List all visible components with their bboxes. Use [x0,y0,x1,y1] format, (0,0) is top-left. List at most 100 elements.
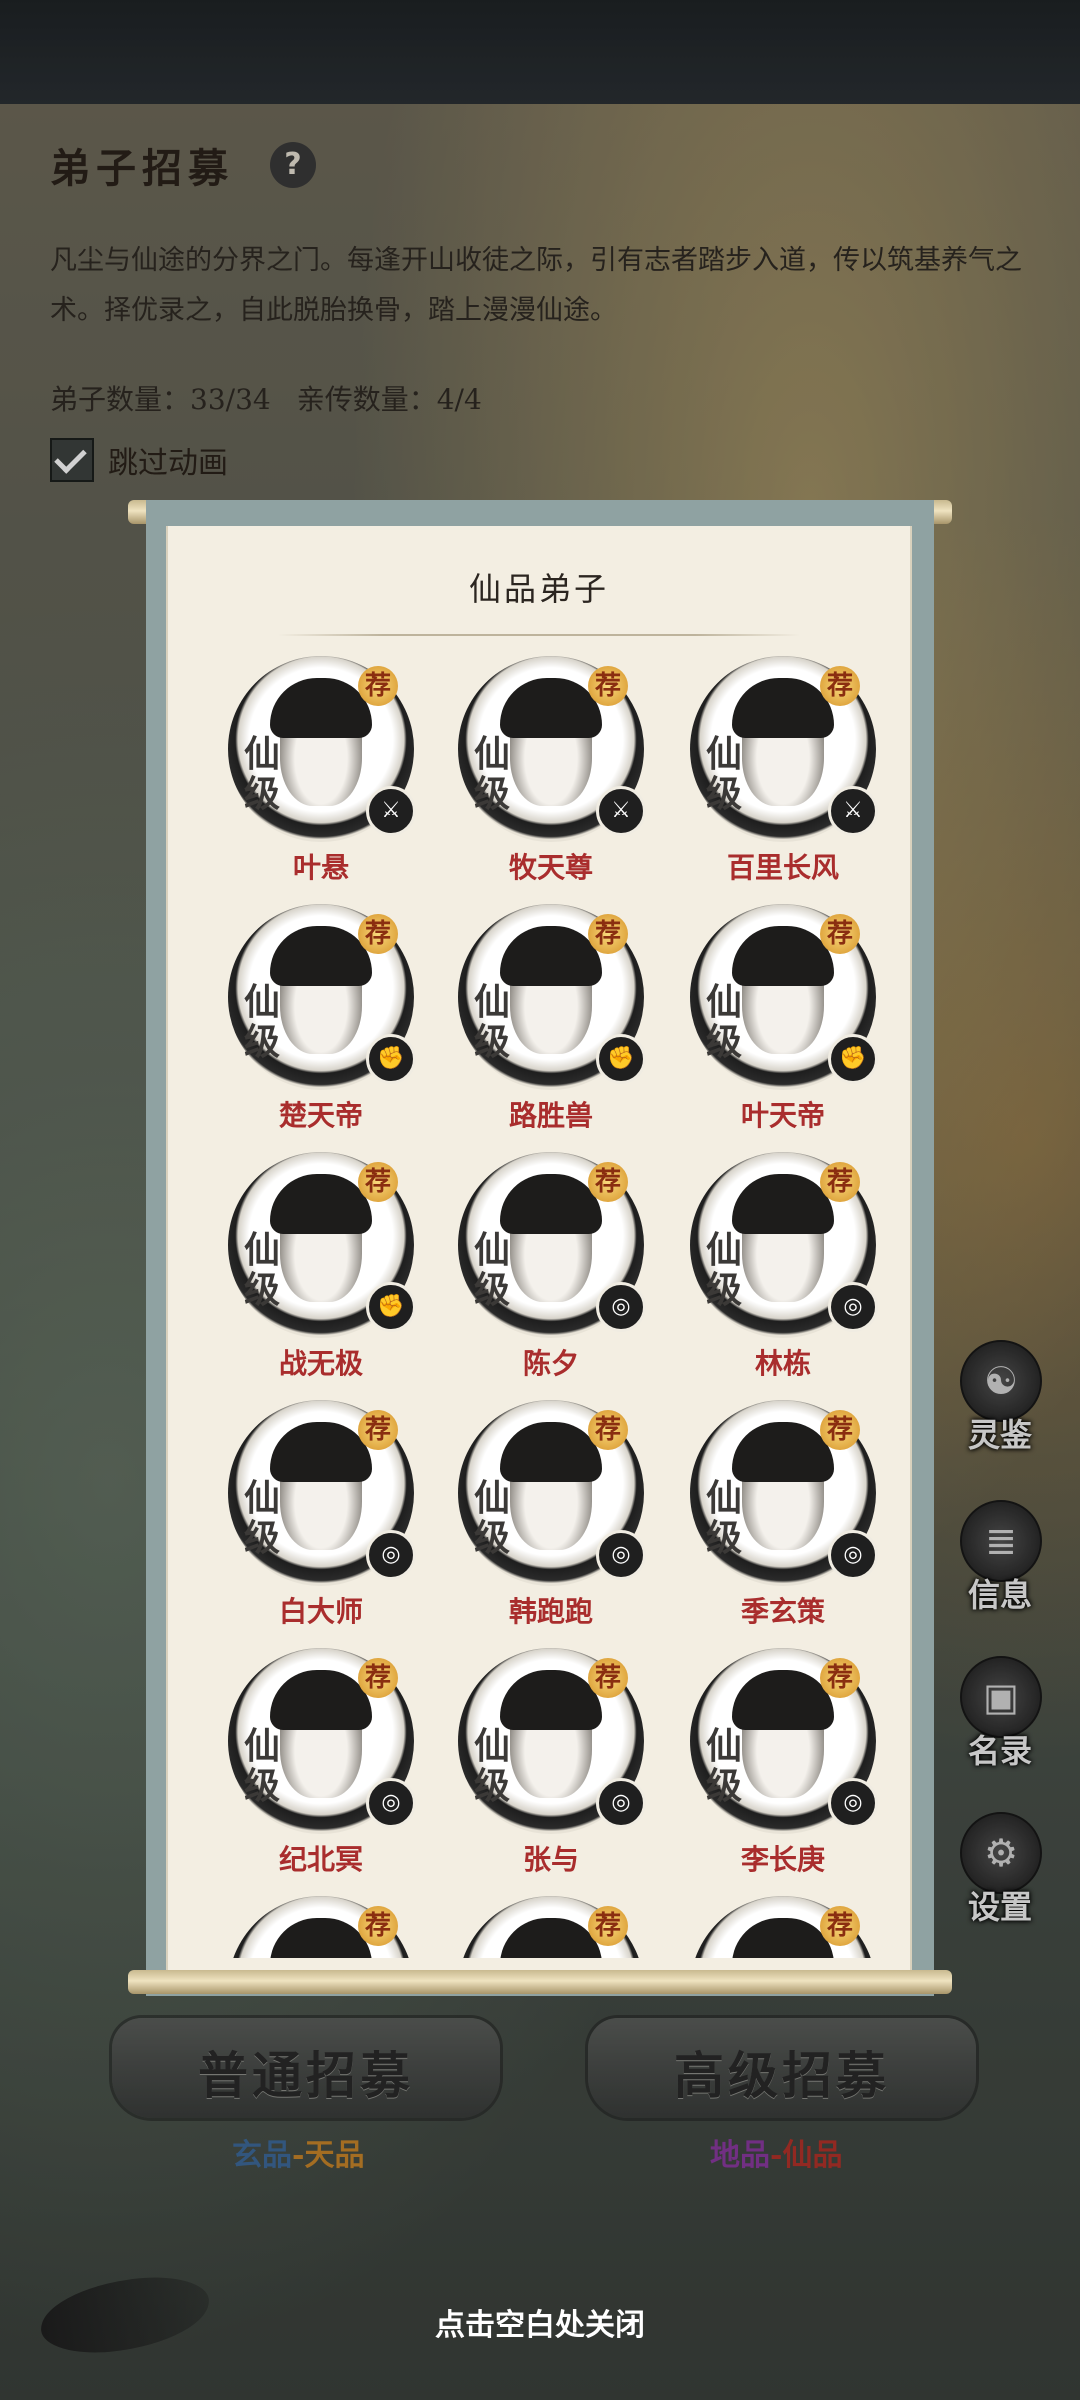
portrait-hair [732,1174,834,1234]
grade-char: 级 [244,773,281,815]
recommend-badge: 荐 [820,1410,860,1450]
disciple-portrait: 仙级荐◎ [690,1648,878,1834]
grade-label: 仙级 [244,1230,284,1310]
recommend-badge: 荐 [358,1658,398,1698]
grade-char: 仙 [706,1477,743,1519]
portrait-hair [500,926,602,986]
recommend-badge: 荐 [820,914,860,954]
disciple-card[interactable]: 仙级荐◎ [690,1896,890,1958]
disciple-portrait: 仙级荐◎ [690,1152,878,1338]
recommend-badge: 荐 [588,914,628,954]
disciple-portrait: 仙级荐◎ [690,1896,876,1958]
disciple-name: 叶天帝 [740,1099,825,1132]
portrait-hair [270,1422,372,1482]
disciple-scroll-panel: 仙品弟子 仙级荐 ⚔ 叶悬仙级荐 ⚔ 牧天尊仙级荐 ⚔ 百里长风仙级荐 ✊ 楚天帝仙级荐 ✊ 路胜兽… [146,500,934,1996]
disciple-name: 纪北冥 [278,1843,363,1876]
disciple-card[interactable]: 仙级 荐 ◎ 李长庚 [690,1648,890,1876]
grade-char: 仙 [706,1229,743,1271]
disciple-card[interactable]: 仙级 荐 ✊ 叶天帝 [690,904,890,1132]
fist-icon: ✊ [828,1034,878,1084]
disciple-portrait: 仙级荐◎ [458,1400,646,1586]
disciple-portrait: 仙级 荐 ✊ [458,904,646,1090]
portrait-hair [500,1670,602,1730]
recommend-badge: 荐 [358,1162,398,1202]
disciple-card[interactable]: 仙级 荐 ◎ 陈夕 [458,1152,658,1380]
sword-icon: ⚔ [366,786,416,836]
disciple-portrait: 仙级荐◎ [458,1152,646,1338]
disciple-portrait: 仙级荐◎ [228,1400,416,1586]
grade-char: 仙 [474,1477,511,1519]
grade-char: 仙 [244,1725,281,1767]
disciple-name: 季玄策 [740,1595,825,1628]
disciple-portrait: 仙级荐◎ [458,1896,644,1958]
portrait-hair [500,1174,602,1234]
grade-char: 仙 [706,733,743,775]
disciple-grid[interactable]: 仙级荐 ⚔ 叶悬仙级荐 ⚔ 牧天尊仙级荐 ⚔ 百里长风仙级荐 ✊ 楚天帝仙级荐 ✊ 路胜兽仙级荐 ✊ 叶… [168,644,910,1958]
disciple-card[interactable]: 仙级 荐 ◎ 韩跑跑 [458,1400,658,1628]
grade-char: 仙 [706,1725,743,1767]
grade-label: 仙级 [244,1726,284,1806]
fist-icon: ✊ [366,1282,416,1332]
disciple-card[interactable]: 仙级 荐 ◎ 林栋 [690,1152,890,1380]
portrait-hair [500,1422,602,1482]
grade-char: 级 [244,1269,281,1311]
disciple-card[interactable]: 仙级 荐 ◎ 季玄策 [690,1400,890,1628]
portrait-hair [270,678,372,738]
disciple-name: 李长庚 [740,1843,825,1876]
disciple-card[interactable]: 仙级 荐 ✊ 路胜兽 [458,904,658,1132]
grade-label: 仙级 [474,1478,514,1558]
disciple-card[interactable]: 仙级 荐 ◎ 白大师 [228,1400,428,1628]
recommend-badge: 荐 [820,1658,860,1698]
grade-label: 仙级 [474,734,514,814]
disciple-name: 陈夕 [522,1347,579,1380]
grade-label: 仙级 [474,982,514,1062]
spiral-icon: ◎ [366,1778,416,1828]
portrait-hair [500,678,602,738]
grade-label: 仙级 [706,1726,746,1806]
scroll-title: 仙品弟子 [468,570,609,608]
disciple-portrait: 仙级 荐 ⚔ [458,656,646,842]
grade-label: 仙级 [244,1478,284,1558]
grade-char: 仙 [244,733,281,775]
disciple-name: 牧天尊 [508,851,593,884]
disciple-card[interactable]: 仙级 荐 ⚔ 牧天尊 [458,656,658,884]
portrait-hair [270,1670,372,1730]
grade-label: 仙级 [706,1478,746,1558]
disciple-card[interactable]: 仙级 荐 ⚔ 百里长风 [690,656,890,884]
disciple-card[interactable]: 仙级 荐 ⚔ 叶悬 [228,656,428,884]
portrait-hair [270,926,372,986]
disciple-card[interactable]: 仙级 荐 ◎ 张与 [458,1648,658,1876]
recommend-badge: 荐 [588,1658,628,1698]
disciple-portrait: 仙级荐◎ [690,1400,878,1586]
grade-label: 仙级 [706,734,746,814]
grade-char: 级 [474,1517,511,1559]
grade-char: 仙 [474,981,511,1023]
disciple-name: 林栋 [754,1347,811,1380]
grade-char: 级 [706,773,743,815]
disciple-portrait: 仙级 荐 ✊ [690,904,878,1090]
disciple-portrait: 仙级 荐 ◎ [228,1648,416,1834]
grade-char: 级 [706,1269,743,1311]
disciple-card[interactable]: 仙级荐◎ [458,1896,658,1958]
grade-char: 级 [474,1021,511,1063]
grade-label: 仙级 [474,1726,514,1806]
grade-char: 仙 [244,1477,281,1519]
recommend-badge: 荐 [588,1410,628,1450]
disciple-card[interactable]: 仙级 荐 ✊ 战无极 [228,1152,428,1380]
disciple-name: 张与 [522,1843,579,1876]
grade-char: 仙 [706,981,743,1023]
grade-label: 仙级 [706,982,746,1062]
grade-char: 仙 [474,1725,511,1767]
disciple-name: 楚天帝 [278,1099,363,1132]
recommend-badge: 荐 [820,666,860,706]
disciple-card[interactable]: 仙级 荐 ✊ 楚天帝 [228,904,428,1132]
grade-char: 仙 [244,1229,281,1271]
grade-label: 仙级 [474,1230,514,1310]
disciple-portrait: 仙级 荐 ✊ [228,904,416,1090]
grade-char: 级 [474,1765,511,1807]
disciple-portrait: 仙级 荐 ✊ [228,1152,416,1338]
disciple-card[interactable]: 仙级 荐 ◎ 纪北冥 [228,1648,428,1876]
disciple-card[interactable]: 仙级荐◎ [228,1896,428,1958]
recommend-badge: 荐 [820,1906,860,1946]
grade-label: 仙级 [706,1230,746,1310]
